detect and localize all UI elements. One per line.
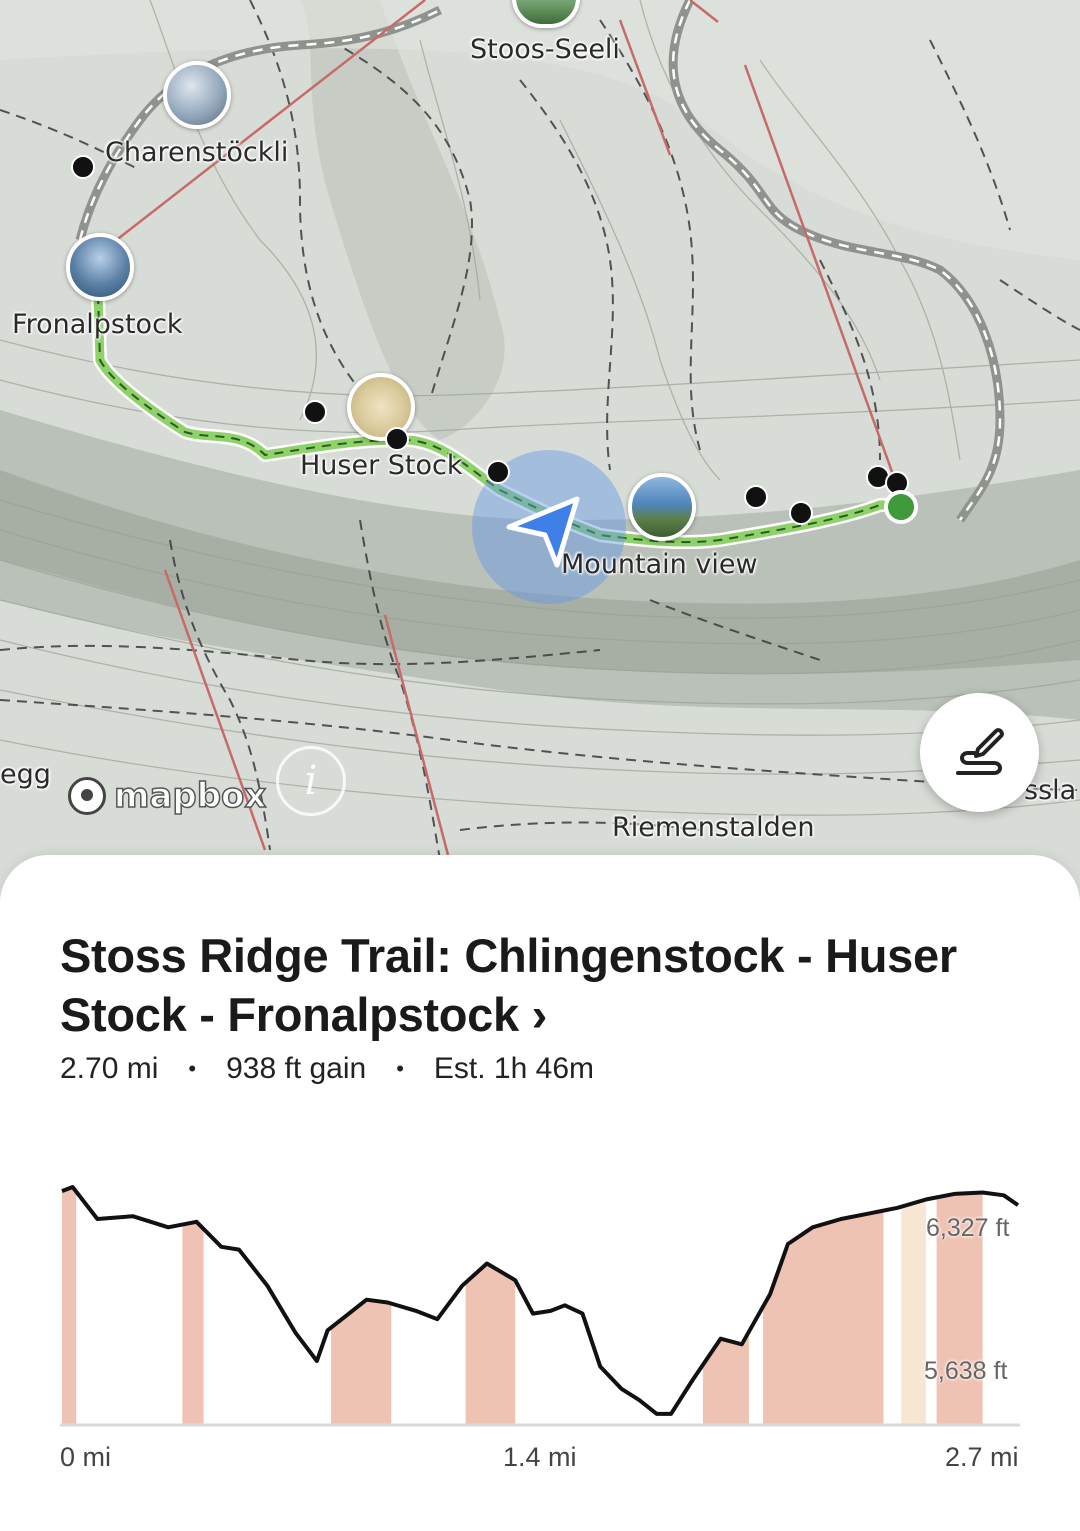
waypoint-marker[interactable] xyxy=(789,501,813,525)
grade-band xyxy=(763,1210,884,1425)
map-label-mountain-view: Mountain view xyxy=(561,549,758,580)
waypoint-marker[interactable] xyxy=(744,485,768,509)
grade-band xyxy=(901,1199,926,1425)
map-label-fronalpstock: Fronalpstock xyxy=(12,309,183,340)
stat-separator: • xyxy=(396,1056,404,1081)
fronalpstock-photo-marker[interactable] xyxy=(66,233,134,301)
elevation-label-low: 5,638 ft xyxy=(924,1357,1008,1385)
grade-band xyxy=(62,1187,77,1425)
trail-estimated-time: Est. 1h 46m xyxy=(433,1052,594,1085)
charenstockli-photo-marker[interactable] xyxy=(163,61,231,129)
waypoint-marker[interactable] xyxy=(71,155,95,179)
trail-map[interactable]: Stoos-Seeli Charenstöckli Fronalpstock H… xyxy=(0,0,1080,900)
grade-band xyxy=(182,1221,204,1425)
map-label-charenstockli: Charenstöckli xyxy=(105,137,289,168)
mapbox-attribution[interactable]: mapbox xyxy=(68,775,267,817)
trail-stats: 2.70 mi • 938 ft gain • Est. 1h 46m xyxy=(60,1052,594,1086)
map-label-huser-stock: Huser Stock xyxy=(300,450,463,481)
mapbox-logo-icon xyxy=(68,777,106,815)
draw-route-button[interactable] xyxy=(920,693,1039,812)
elevation-label-high: 6,327 ft xyxy=(926,1214,1010,1242)
info-icon[interactable]: i xyxy=(276,746,346,816)
mapbox-wordmark: mapbox xyxy=(113,775,267,817)
draw-route-icon xyxy=(956,728,1004,775)
x-tick-start: 0 mi xyxy=(60,1442,112,1472)
map-label-left-edge: egg xyxy=(0,759,51,790)
x-tick-middle: 1.4 mi xyxy=(503,1442,577,1472)
mountain-view-photo-marker[interactable] xyxy=(628,473,696,541)
x-tick-end: 2.7 mi xyxy=(945,1442,1019,1472)
map-label-riemenstalden: Riemenstalden xyxy=(612,812,815,843)
trailhead-start-marker[interactable] xyxy=(884,490,918,524)
trail-title-link[interactable]: Stoss Ridge Trail: Chlingenstock - Huser… xyxy=(60,926,1020,1044)
waypoint-marker[interactable] xyxy=(385,427,409,451)
map-label-stoos-seeli: Stoos-Seeli xyxy=(470,34,620,65)
trail-distance: 2.70 mi xyxy=(60,1052,159,1085)
waypoint-marker[interactable] xyxy=(303,400,327,424)
elevation-profile-chart[interactable] xyxy=(0,1160,1080,1460)
trail-elevation-gain: 938 ft gain xyxy=(226,1052,367,1085)
stat-separator: • xyxy=(188,1056,197,1081)
waypoint-marker[interactable] xyxy=(486,460,510,484)
grade-band xyxy=(465,1264,516,1425)
